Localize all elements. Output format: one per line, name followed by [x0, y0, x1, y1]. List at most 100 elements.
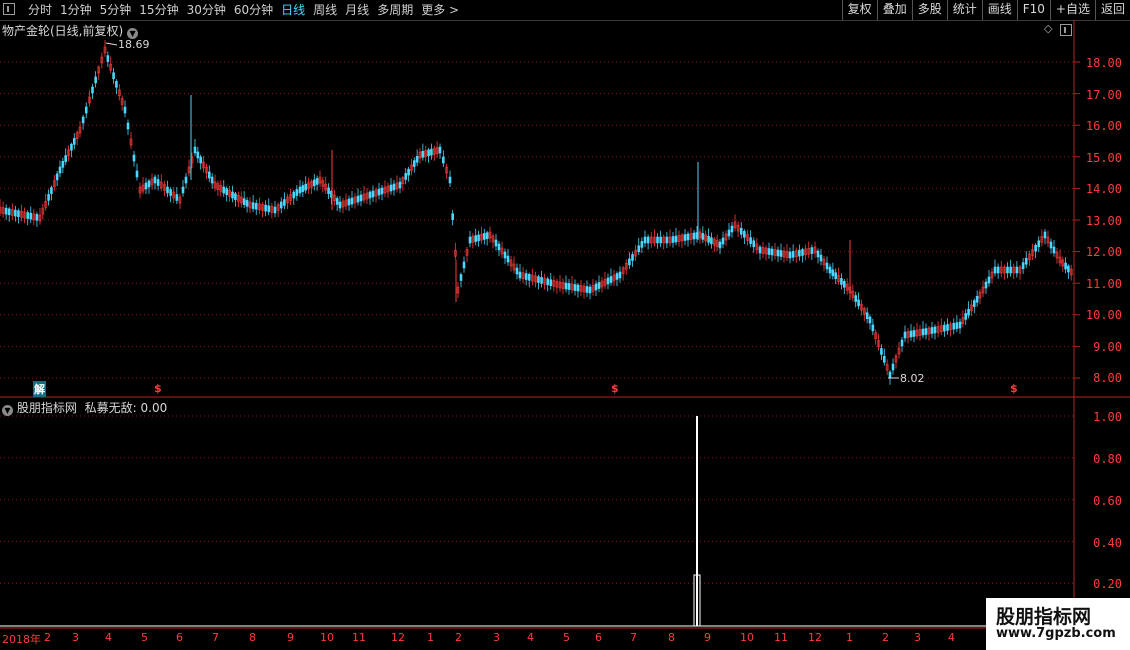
candle-body: [637, 245, 641, 253]
price-tick: 11.00: [1085, 277, 1122, 291]
candle-body: [50, 187, 53, 194]
candle-body: [1064, 262, 1067, 270]
candle-body: [359, 194, 363, 202]
candle-body: [123, 106, 127, 114]
candle-body: [546, 278, 549, 286]
candle-body: [573, 284, 577, 291]
candle-body: [975, 295, 979, 303]
candle-body: [350, 197, 354, 205]
candle-body: [91, 86, 94, 94]
candle-body: [1021, 262, 1025, 269]
candle-body: [415, 155, 419, 163]
candle-body: [451, 213, 454, 220]
candle-body: [674, 235, 678, 243]
candle-body: [29, 212, 33, 220]
time-tick: 7: [630, 631, 637, 644]
candle-body: [459, 274, 463, 281]
candle-body: [404, 173, 408, 180]
candle-body: [132, 154, 136, 162]
candle-body: [749, 237, 752, 244]
candle-body: [659, 236, 662, 244]
candle-body: [718, 241, 722, 249]
candle-body: [588, 286, 592, 294]
candle-body: [842, 280, 846, 288]
candle-body: [222, 186, 226, 194]
candle-body: [153, 176, 157, 184]
candle-body: [7, 208, 11, 216]
candle-body: [427, 149, 430, 157]
candle-body: [665, 236, 669, 244]
candle-body: [474, 235, 478, 242]
candle-body: [448, 176, 452, 184]
dollar-marker[interactable]: $: [611, 382, 619, 395]
dollar-marker[interactable]: $: [1010, 382, 1018, 395]
indicator-tick: 0.20: [1093, 577, 1122, 591]
high-pointer: [105, 42, 118, 46]
dollar-marker[interactable]: $: [154, 382, 162, 395]
candle-body: [686, 233, 690, 241]
candle-body: [292, 191, 296, 199]
candle-body: [267, 205, 271, 213]
unlock-marker[interactable]: 解: [33, 381, 46, 397]
candle-body: [752, 240, 756, 248]
candle-body: [26, 212, 29, 219]
price-tick: 16.00: [1085, 119, 1122, 133]
price-tick: 15.00: [1085, 151, 1122, 165]
chevron-down-icon[interactable]: ▼: [2, 405, 13, 416]
time-tick: 9: [287, 631, 294, 644]
candle-body: [312, 179, 316, 187]
candle-body: [147, 180, 151, 188]
candle-body: [485, 232, 489, 240]
candle-body: [515, 267, 519, 275]
candle-body: [17, 210, 20, 217]
candle-body: [967, 308, 970, 316]
candle-body: [1006, 266, 1009, 274]
price-tick: 18.00: [1085, 56, 1122, 70]
candle-body: [943, 324, 946, 332]
candle-body: [801, 249, 804, 256]
candle-body: [368, 191, 372, 199]
candle-body: [4, 207, 8, 215]
candle-body: [527, 274, 531, 281]
candle-body: [1049, 241, 1053, 249]
candle-body: [377, 188, 381, 196]
candle-body: [47, 194, 50, 201]
candle-body: [442, 156, 445, 164]
candle-body: [628, 258, 631, 266]
candle-body: [126, 122, 130, 130]
candle-body: [840, 278, 843, 285]
indicator-tick: 0.40: [1093, 536, 1122, 550]
candle-body: [438, 146, 442, 154]
candle-body: [924, 328, 928, 335]
indicator-value: 0.00: [140, 401, 168, 415]
candle-body: [14, 209, 17, 217]
candle-body: [615, 273, 619, 280]
candle-body: [585, 286, 589, 293]
candle-body: [1052, 246, 1056, 254]
time-tick: 8: [668, 631, 675, 644]
candle-body: [972, 300, 976, 307]
price-tick: 12.00: [1085, 245, 1122, 259]
candle-body: [347, 198, 351, 206]
candle-body: [506, 255, 510, 263]
candle-body: [295, 189, 299, 196]
candle-body: [494, 239, 498, 247]
candle-body: [61, 160, 65, 168]
candle-body: [234, 193, 237, 200]
candle-body: [477, 234, 480, 242]
candle-body: [84, 106, 88, 114]
candle-body: [958, 321, 962, 329]
candle-body: [106, 55, 110, 62]
candle-body: [199, 156, 203, 164]
candle-body: [834, 272, 838, 280]
candle-body: [421, 150, 425, 158]
candle-body: [210, 176, 214, 184]
candle-body: [301, 185, 305, 192]
candle-body: [537, 276, 540, 283]
candle-body: [643, 236, 647, 244]
candle-body: [701, 233, 705, 240]
time-tick: 2: [882, 631, 889, 644]
candle-body: [952, 322, 956, 330]
candle-body: [371, 190, 375, 198]
candle-body: [993, 266, 997, 274]
